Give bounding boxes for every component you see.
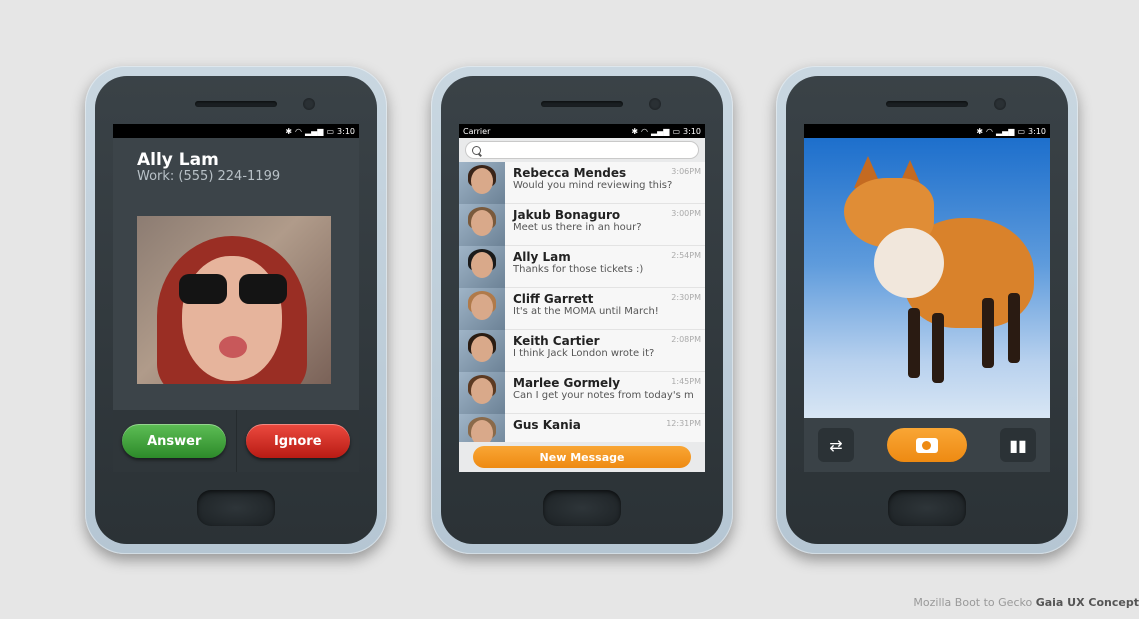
switch-camera-button[interactable]: ⇄: [818, 428, 854, 462]
avatar: [459, 246, 505, 288]
ignore-button[interactable]: Ignore: [245, 424, 350, 458]
caption-title: Gaia UX Concept: [1035, 596, 1139, 609]
earpiece-speaker: [195, 101, 277, 107]
message-preview: Thanks for those tickets :): [513, 264, 644, 275]
search-icon: [472, 145, 481, 155]
fox-leg: [908, 308, 920, 378]
phone-camera: ✱ ◠ ▂▄▆ ▭ 3:10 ⇄ ▮▮: [776, 66, 1078, 554]
message-time: 3:06PM: [671, 167, 701, 176]
phone-body: Carrier ✱ ◠ ▂▄▆ ▭ 3:10 Rebecca Mendes Wou…: [441, 76, 723, 544]
caller-number: Work: (555) 224-1199: [137, 169, 281, 184]
fox-chest: [874, 228, 944, 298]
bluetooth-icon: ✱: [631, 126, 639, 136]
front-camera: [994, 98, 1006, 110]
message-time: 2:54PM: [671, 251, 701, 260]
video-mode-button[interactable]: ▮▮: [1000, 428, 1036, 462]
caption: Mozilla Boot to Gecko Gaia UX Concept: [913, 596, 1139, 609]
search-row: [459, 138, 705, 162]
camera-screen: ✱ ◠ ▂▄▆ ▭ 3:10 ⇄ ▮▮: [804, 124, 1050, 472]
answer-button[interactable]: Answer: [122, 424, 227, 458]
wifi-icon: ◠: [641, 126, 648, 136]
message-time: 2:30PM: [671, 293, 701, 302]
message-preview: Can I get your notes from today's m: [513, 390, 694, 401]
caller-photo: [137, 216, 331, 384]
message-list-item[interactable]: Ally Lam Thanks for those tickets :) 2:54P…: [459, 246, 705, 288]
message-list-item[interactable]: Cliff Garrett It's at the MOMA until Marc…: [459, 288, 705, 330]
phone-incoming-call: ✱ ◠ ▂▄▆ ▭ 3:10 Ally Lam Work: (555) 224-…: [85, 66, 387, 554]
caption-prefix: Mozilla Boot to Gecko: [913, 596, 1036, 609]
battery-icon: ▭: [1017, 126, 1026, 136]
fox-leg: [1008, 293, 1020, 363]
signal-icon: ▂▄▆: [651, 126, 670, 136]
status-bar: ✱ ◠ ▂▄▆ ▭ 3:10: [804, 124, 1050, 138]
earpiece-speaker: [541, 101, 623, 107]
battery-icon: ▭: [326, 126, 335, 136]
message-preview: It's at the MOMA until March!: [513, 306, 659, 317]
avatar: [459, 372, 505, 414]
home-button[interactable]: [197, 490, 275, 526]
signal-icon: ▂▄▆: [996, 126, 1015, 136]
video-mode-icon: ▮▮: [1009, 435, 1027, 455]
status-time: 3:10: [1028, 126, 1046, 136]
camera-viewfinder[interactable]: [804, 138, 1050, 418]
call-actions: Answer Ignore: [113, 410, 359, 472]
photo-sunglasses: [177, 274, 289, 306]
battery-icon: ▭: [672, 126, 681, 136]
wifi-icon: ◠: [295, 126, 302, 136]
fox-leg: [982, 298, 994, 368]
phone-body: ✱ ◠ ▂▄▆ ▭ 3:10 ⇄ ▮▮: [786, 76, 1068, 544]
message-list-item[interactable]: Rebecca Mendes Would you mind reviewing t…: [459, 162, 705, 204]
message-preview: Would you mind reviewing this?: [513, 180, 673, 191]
photo-lips: [219, 336, 247, 358]
bluetooth-icon: ✱: [285, 126, 293, 136]
message-time: 12:31PM: [666, 419, 701, 428]
messages-screen: Carrier ✱ ◠ ▂▄▆ ▭ 3:10 Rebecca Mendes Wou…: [459, 124, 705, 472]
switch-camera-icon: ⇄: [829, 435, 843, 455]
message-time: 1:45PM: [671, 377, 701, 386]
camera-controls: ⇄ ▮▮: [804, 418, 1050, 472]
message-time: 3:00PM: [671, 209, 701, 218]
avatar: [459, 204, 505, 246]
front-camera: [303, 98, 315, 110]
earpiece-speaker: [886, 101, 968, 107]
message-preview: Meet us there in an hour?: [513, 222, 642, 233]
message-time: 2:08PM: [671, 335, 701, 344]
shutter-button[interactable]: [887, 428, 967, 462]
message-list: Rebecca Mendes Would you mind reviewing t…: [459, 162, 705, 452]
phone-messages: Carrier ✱ ◠ ▂▄▆ ▭ 3:10 Rebecca Mendes Wou…: [431, 66, 733, 554]
front-camera: [649, 98, 661, 110]
search-input[interactable]: [465, 141, 699, 159]
avatar: [459, 162, 505, 204]
message-list-item[interactable]: Jakub Bonaguro Meet us there in an hour? 3…: [459, 204, 705, 246]
carrier-label: Carrier: [463, 126, 491, 136]
new-message-bar: New Message: [459, 442, 705, 472]
wifi-icon: ◠: [986, 126, 993, 136]
bluetooth-icon: ✱: [976, 126, 984, 136]
phone-body: ✱ ◠ ▂▄▆ ▭ 3:10 Ally Lam Work: (555) 224-…: [95, 76, 377, 544]
message-list-item[interactable]: Keith Cartier I think Jack London wrote i…: [459, 330, 705, 372]
home-button[interactable]: [888, 490, 966, 526]
status-time: 3:10: [337, 126, 355, 136]
avatar: [459, 330, 505, 372]
new-message-button[interactable]: New Message: [473, 446, 691, 468]
status-time: 3:10: [683, 126, 701, 136]
avatar: [459, 288, 505, 330]
call-screen: ✱ ◠ ▂▄▆ ▭ 3:10 Ally Lam Work: (555) 224-…: [113, 124, 359, 472]
fox-leg: [932, 313, 944, 383]
status-bar: ✱ ◠ ▂▄▆ ▭ 3:10: [113, 124, 359, 138]
message-list-item[interactable]: Marlee Gormely Can I get your notes from …: [459, 372, 705, 414]
camera-icon: [916, 437, 938, 453]
home-button[interactable]: [543, 490, 621, 526]
status-bar: Carrier ✱ ◠ ▂▄▆ ▭ 3:10: [459, 124, 705, 138]
caller-name: Ally Lam: [137, 150, 219, 170]
message-preview: I think Jack London wrote it?: [513, 348, 655, 359]
signal-icon: ▂▄▆: [305, 126, 324, 136]
